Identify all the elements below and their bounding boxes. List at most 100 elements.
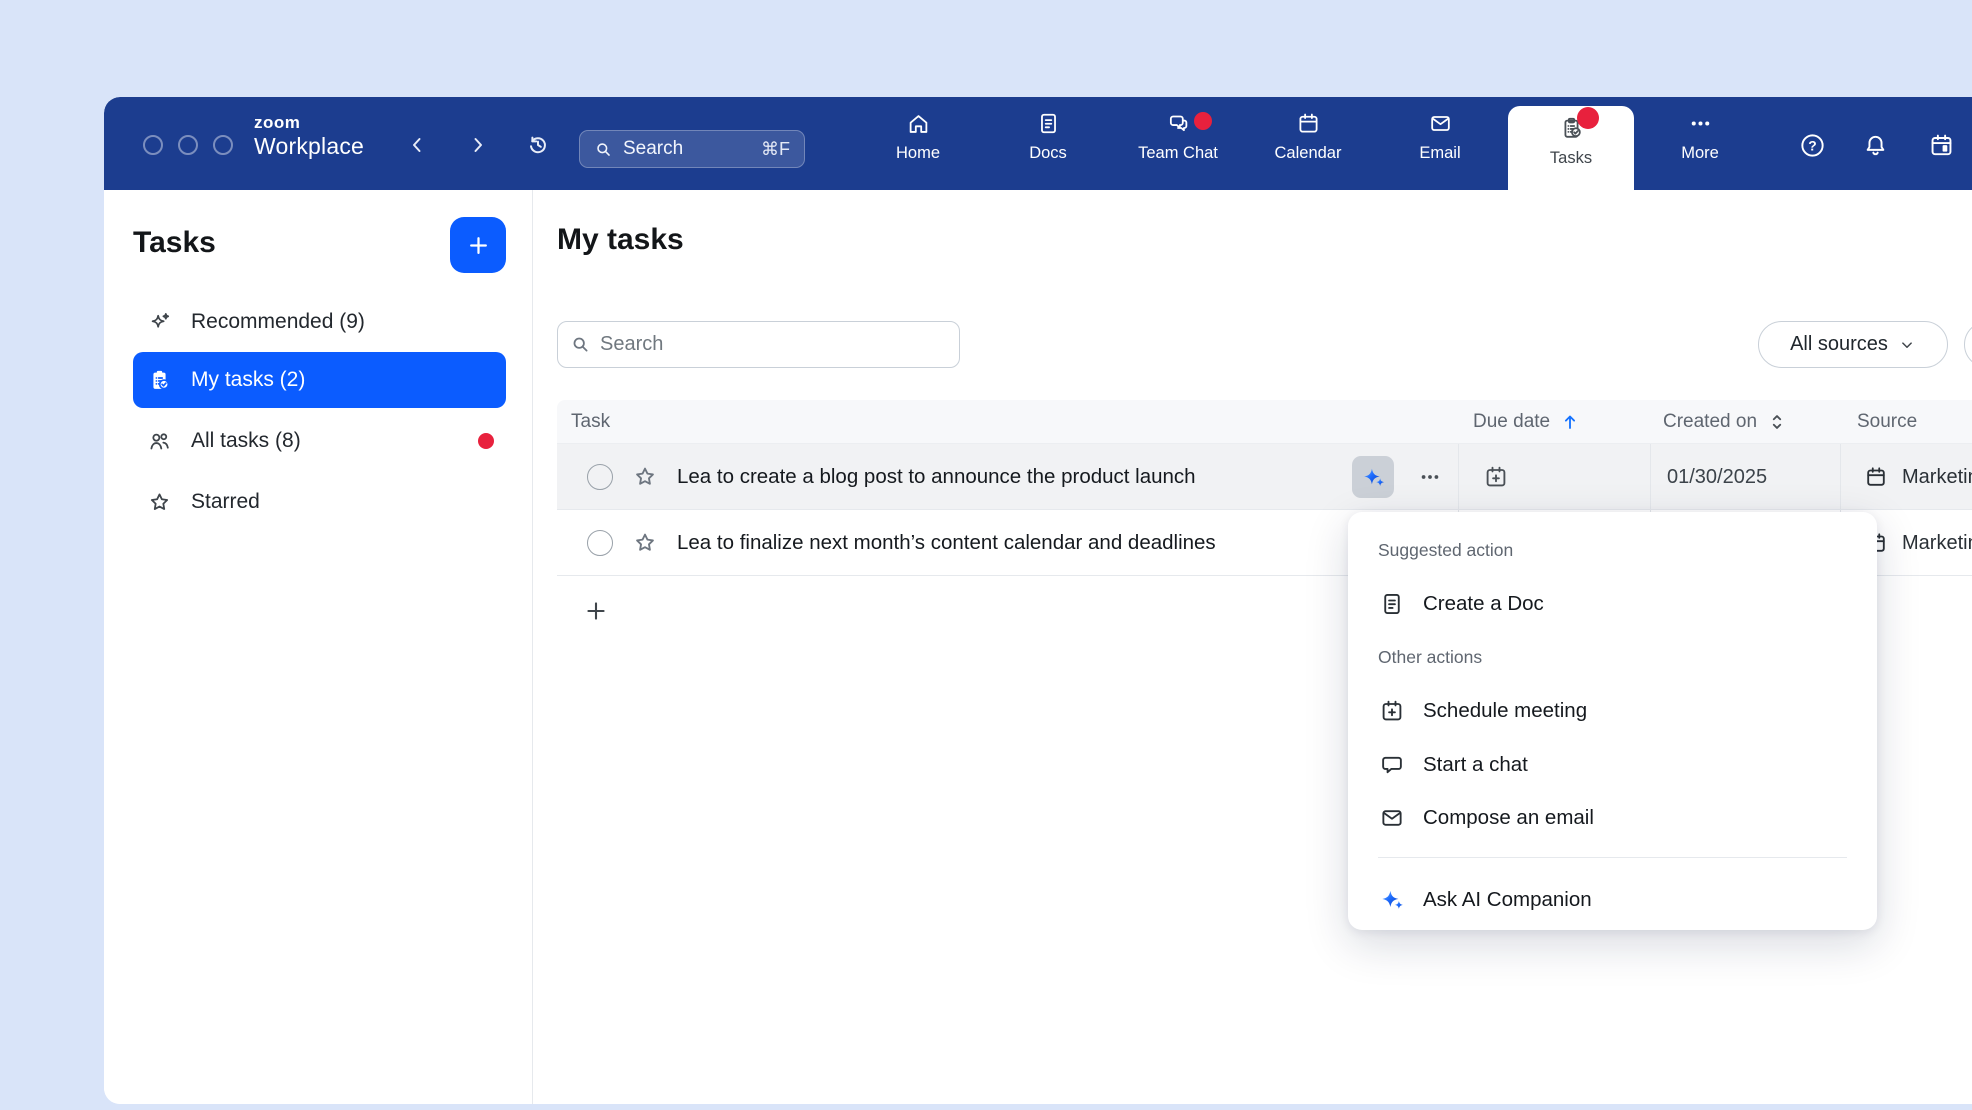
column-divider: [1840, 444, 1841, 509]
schedule-button[interactable]: [1924, 128, 1958, 162]
task-row[interactable]: Lea to create a blog post to announce th…: [557, 444, 1972, 510]
source-filter-dropdown[interactable]: All sources: [1758, 321, 1948, 368]
menu-item-schedule-meeting[interactable]: Schedule meeting: [1348, 684, 1877, 738]
sidebar-title: Tasks: [133, 226, 216, 260]
star-task-button[interactable]: [631, 463, 659, 491]
nav-item-docs[interactable]: Docs: [988, 110, 1108, 163]
menu-item-create-a-doc[interactable]: Create a Doc: [1348, 577, 1877, 631]
back-chevron-icon: [405, 133, 429, 157]
bell-icon: [1861, 131, 1890, 160]
column-header-due-date[interactable]: Due date: [1473, 400, 1581, 444]
star-icon: [631, 529, 659, 557]
calendar-plus-icon: [1378, 697, 1406, 725]
row-more-actions-button[interactable]: [1409, 465, 1451, 489]
global-search[interactable]: Search ⌘F: [579, 130, 805, 168]
menu-item-ask-ai-companion[interactable]: Ask AI Companion: [1348, 873, 1877, 927]
menu-item-label: Ask AI Companion: [1423, 888, 1592, 912]
nav-tab-tasks-selected[interactable]: Tasks: [1508, 106, 1634, 190]
add-due-date-button[interactable]: [1482, 463, 1510, 491]
sidebar-item-my-tasks[interactable]: My tasks (2): [133, 352, 506, 408]
plus-icon: [465, 232, 492, 259]
sidebar-item-label: Recommended (9): [191, 310, 365, 334]
sidebar-item-label: All tasks (8): [191, 429, 301, 453]
nav-item-more[interactable]: More: [1640, 110, 1760, 163]
schedule-calendar-icon: [1927, 131, 1956, 160]
column-header-created-on[interactable]: Created on: [1663, 400, 1788, 444]
docs-icon: [1035, 110, 1062, 137]
nav-label: Tasks: [1550, 149, 1592, 168]
clipped-filter-dropdown[interactable]: [1964, 321, 1972, 368]
menu-section-label: Suggested action: [1378, 532, 1513, 568]
task-complete-checkbox[interactable]: [587, 464, 613, 490]
nav-item-email[interactable]: Email: [1380, 110, 1500, 163]
source-label: Marketing: [1902, 532, 1972, 555]
task-complete-checkbox[interactable]: [587, 530, 613, 556]
help-button[interactable]: ?: [1795, 128, 1829, 162]
nav-label: More: [1681, 144, 1719, 163]
created-on-cell: 01/30/2025: [1667, 444, 1767, 510]
menu-item-label: Create a Doc: [1423, 592, 1544, 616]
logo-zoom-text: zoom: [254, 114, 364, 131]
svg-text:?: ?: [1808, 137, 1816, 153]
star-task-button[interactable]: [631, 529, 659, 557]
menu-divider: [1378, 857, 1847, 858]
nav-label: Calendar: [1275, 144, 1342, 163]
menu-item-start-a-chat[interactable]: Start a chat: [1348, 738, 1877, 792]
nav-label: Home: [896, 144, 940, 163]
menu-section-label: Other actions: [1378, 639, 1482, 675]
history-button[interactable]: [523, 130, 553, 160]
sort-icon: [1766, 411, 1788, 433]
add-task-button[interactable]: [579, 594, 613, 628]
calendar-icon: [1295, 110, 1322, 137]
column-divider: [1650, 444, 1651, 509]
nav-label: Email: [1419, 144, 1460, 163]
sidebar-item-starred[interactable]: Starred: [133, 474, 506, 530]
nav-item-calendar[interactable]: Calendar: [1248, 110, 1368, 163]
menu-item-compose-an-email[interactable]: Compose an email: [1348, 791, 1877, 845]
history-icon: [526, 133, 550, 157]
titlebar: zoom Workplace Search ⌘F Home Docs: [104, 97, 1972, 190]
star-icon: [631, 463, 659, 491]
ai-companion-actions-button[interactable]: [1352, 456, 1394, 498]
source-cell: Marketing: [1863, 444, 1972, 510]
menu-item-label: Start a chat: [1423, 753, 1528, 777]
notifications-button[interactable]: [1858, 128, 1892, 162]
nav-item-team-chat[interactable]: Team Chat: [1118, 110, 1238, 163]
task-search[interactable]: [557, 321, 960, 368]
window-control-circle[interactable]: [213, 135, 233, 155]
help-icon: ?: [1798, 131, 1827, 160]
sidebar-item-recommended[interactable]: Recommended (9): [133, 294, 506, 350]
task-title: Lea to create a blog post to announce th…: [677, 444, 1196, 510]
ellipsis-icon: [1416, 463, 1444, 491]
source-label: Marketing: [1902, 466, 1972, 489]
chevron-down-icon: [1898, 336, 1916, 354]
app-window: zoom Workplace Search ⌘F Home Docs: [104, 97, 1972, 1104]
envelope-icon: [1378, 804, 1406, 832]
team-chat-notification-badge: [1194, 112, 1212, 130]
sparkle-icon: [146, 309, 173, 336]
nav-item-tasks[interactable]: Tasks: [1511, 115, 1631, 168]
page-title: My tasks: [557, 223, 684, 257]
source-filter-label: All sources: [1790, 333, 1888, 356]
ai-companion-icon: [1360, 464, 1387, 491]
calendar-icon: [1863, 464, 1889, 490]
nav-item-home[interactable]: Home: [858, 110, 978, 163]
task-title: Lea to finalize next month’s content cal…: [677, 510, 1216, 576]
more-icon: [1687, 110, 1714, 137]
add-task-list-button[interactable]: [450, 217, 506, 273]
forward-button[interactable]: [463, 130, 493, 160]
window-control-circle[interactable]: [178, 135, 198, 155]
window-control-circle[interactable]: [143, 135, 163, 155]
forward-chevron-icon: [466, 133, 490, 157]
menu-item-label: Schedule meeting: [1423, 699, 1587, 723]
back-button[interactable]: [402, 130, 432, 160]
calendar-plus-icon: [1482, 463, 1510, 491]
star-icon: [146, 489, 173, 516]
plus-icon: [582, 597, 610, 625]
search-shortcut: ⌘F: [761, 139, 790, 160]
column-header-source: Source: [1857, 400, 1917, 444]
task-search-input[interactable]: [600, 333, 947, 356]
sidebar-item-all-tasks[interactable]: All tasks (8): [133, 413, 506, 469]
nav-label: Team Chat: [1138, 144, 1218, 163]
chat-bubble-icon: [1378, 751, 1406, 779]
